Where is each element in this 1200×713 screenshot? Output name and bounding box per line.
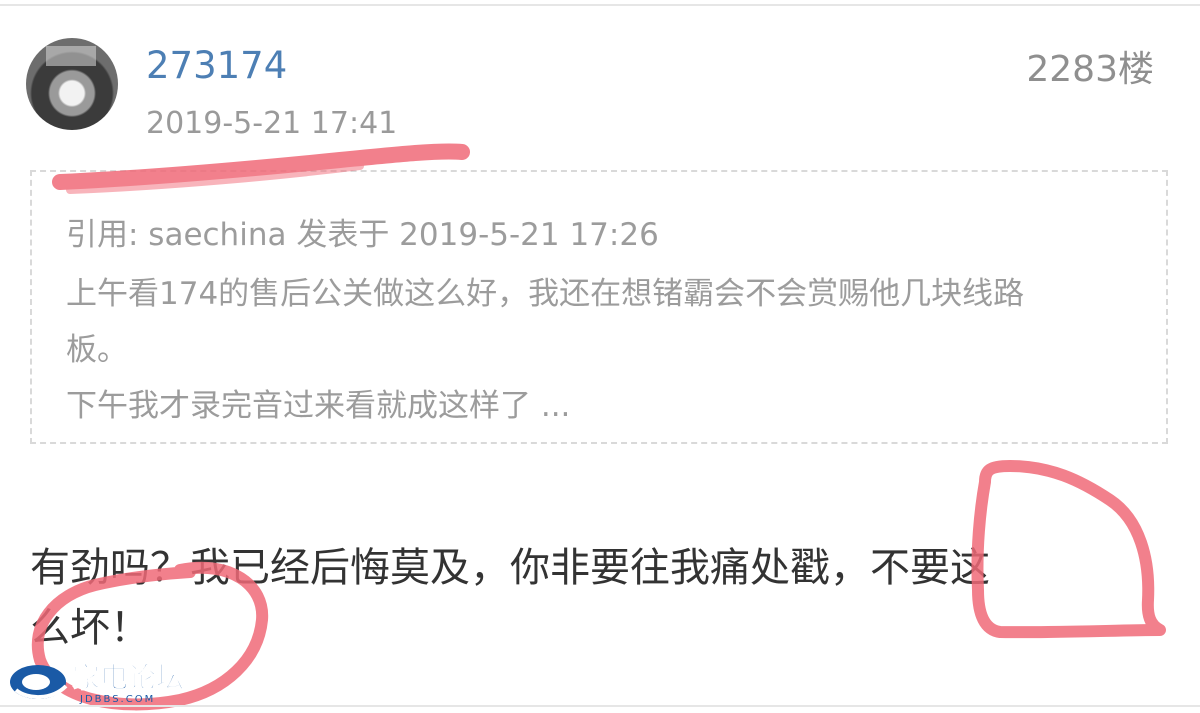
floor-number: 2283楼 [1026,49,1154,90]
top-divider [0,4,1200,6]
username-link[interactable]: 273174 [146,42,287,90]
post-timestamp: 2019-5-21 17:41 [146,106,398,141]
quote-block: 引用: saechina 发表于 2019-5-21 17:26 上午看174的… [30,170,1168,444]
watermark-title: 家电论坛 [71,661,185,694]
reply-content: 有劲吗？我已经后悔莫及，你非要往我痛处戳，不要这 么坏！ [30,538,1160,658]
avatar[interactable] [26,38,118,130]
watermark-subtitle: JDBBS.COM [80,694,156,705]
quote-body: 上午看174的售后公关做这么好，我还在想锗霸会不会赏赐他几块线路 板。 下午我才… [66,266,1146,434]
jdbbs-logo-icon [10,665,68,699]
reply-line: 有劲吗？我已经后悔莫及，你非要往我痛处戳，不要这 [30,545,990,591]
quote-line: 下午我才录完音过来看就成这样了 ... [66,388,571,424]
watermark: 家电论坛 JDBBS.COM [8,660,188,710]
quote-line: 板。 [66,332,128,368]
reply-line: 么坏！ [30,605,150,651]
quote-header: 引用: saechina 发表于 2019-5-21 17:26 [66,217,659,253]
bottom-divider [0,705,1200,707]
quote-line: 上午看174的售后公关做这么好，我还在想锗霸会不会赏赐他几块线路 [66,276,1025,312]
